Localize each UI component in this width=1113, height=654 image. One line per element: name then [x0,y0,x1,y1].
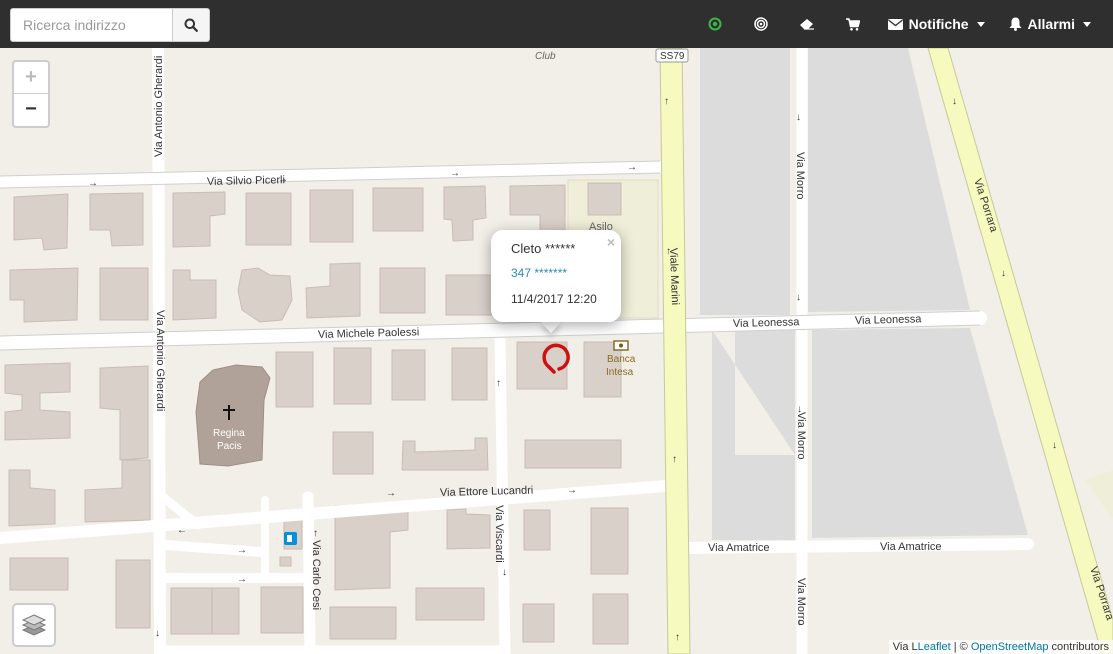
street-label: Via Ettore Lucandri [440,485,534,499]
popup-close-button[interactable]: × [607,234,615,250]
osm-link[interactable]: OpenStreetMap [971,641,1049,653]
street-label: Via Morro [795,578,807,625]
zoom-in-button[interactable]: + [14,62,48,94]
layers-button[interactable] [12,603,56,647]
eraser-button[interactable] [784,0,830,48]
poi-label-church: Regina [213,428,245,439]
landuse-area [700,48,790,315]
svg-text:→: → [627,162,637,173]
popup-datetime: 11/4/2017 12:20 [511,292,597,306]
attribution-suffix: contributors [1048,641,1109,653]
leaflet-link[interactable]: Leaflet [918,641,951,653]
attribution-prefix: Via L [892,641,918,653]
chevron-down-icon [1083,21,1091,27]
street-label: Via Silvio Picerli [207,174,285,188]
svg-text:→: → [567,485,577,496]
svg-text:↑: ↑ [672,454,677,465]
svg-text:→: → [450,168,460,179]
target-button[interactable] [692,0,738,48]
top-navbar: Notifiche Allarmi [0,0,1113,48]
svg-text:→: → [237,574,247,585]
street-label: Via Amatrice [708,542,770,554]
notifiche-menu[interactable]: Notifiche [876,0,997,48]
poi-label-bank: Intesa [606,367,634,378]
svg-text:↓: ↓ [952,96,957,107]
svg-text:↓: ↓ [1001,268,1006,279]
svg-text:↑: ↑ [496,378,501,389]
target-icon [708,17,722,31]
street-label: Via Viscardi [493,505,505,563]
cart-icon [845,17,860,31]
search-input[interactable] [10,8,172,42]
street-label: Via Morro [795,412,807,459]
poi-label-bank: Banca [607,354,636,365]
svg-text:→: → [88,178,98,189]
popup-name: Cleto ****** [511,241,576,256]
street-label: Via Leonessa [733,316,801,330]
popup-phone-link[interactable]: 347 ******* [511,266,621,281]
notifiche-label: Notifiche [908,16,969,32]
bell-icon [1009,17,1022,31]
svg-text:↑: ↑ [664,96,669,107]
street-label: Via Leonessa [855,313,923,327]
street-label: Via Amatrice [880,541,942,553]
svg-text:↑: ↑ [675,632,680,643]
allarmi-label: Allarmi [1027,16,1075,32]
svg-text:↓: ↓ [502,567,507,578]
navbar-right: Notifiche Allarmi [692,0,1113,48]
map-attribution: Via LLeaflet | © OpenStreetMap contribut… [888,640,1113,654]
svg-text:→: → [386,488,396,499]
zoom-out-button[interactable]: − [14,94,48,125]
chevron-down-icon [976,21,985,27]
road-shield-label: SS79 [660,51,685,62]
street-label: Viale Marini [667,248,681,306]
street-label: Via Antonio Gherardi [154,310,166,411]
search-button[interactable] [172,8,210,42]
svg-text:↓: ↓ [796,292,801,303]
attribution-separator: | © [950,641,971,653]
map-canvas[interactable]: → → → → → → → → ← ↑ ↑ ↓ ↓ ↑ ↑ ↑ ↑ ↓ ↓ ↓ … [0,48,1113,654]
poi-label-church: Pacis [217,441,241,452]
svg-text:↑: ↑ [313,528,318,539]
map-view[interactable]: → → → → → → → → ← ↑ ↑ ↓ ↓ ↑ ↑ ↑ ↑ ↓ ↓ ↓ … [0,48,1113,654]
envelope-icon [887,18,903,30]
svg-text:↓: ↓ [155,628,160,639]
poi-label-club: Club [535,51,556,62]
layers-icon [21,614,47,636]
svg-text:→: → [237,545,247,556]
eraser-icon [799,19,814,30]
marker-popup: × Cleto ****** 347 ******* 11/4/2017 12:… [491,230,621,322]
radar-icon [753,17,768,31]
street-label: Via Carlo Cesi [310,540,322,610]
svg-text:←: ← [177,525,187,536]
radar-button[interactable] [738,0,784,48]
zoom-control: + − [12,60,50,128]
fuel-station-icon [284,532,297,545]
allarmi-menu[interactable]: Allarmi [997,0,1113,48]
bank-icon [613,340,629,351]
cart-button[interactable] [830,0,876,48]
street-label: Via Morro [794,152,806,199]
address-search [10,8,210,42]
svg-text:↓: ↓ [1052,440,1057,451]
svg-text:↓: ↓ [796,112,801,123]
street-label: Via Antonio Gherardi [153,56,165,157]
search-icon [184,18,198,32]
